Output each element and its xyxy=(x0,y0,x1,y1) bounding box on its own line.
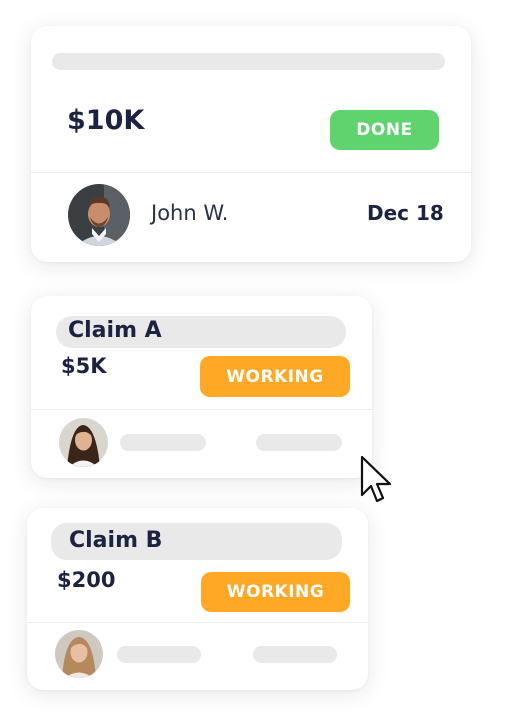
date-placeholder-bar xyxy=(256,434,342,451)
claim-amount: $200 xyxy=(57,568,116,592)
claim-card-a[interactable]: Claim A $5K WORKING xyxy=(31,296,372,478)
name-placeholder-bar xyxy=(120,434,206,451)
status-badge-working: WORKING xyxy=(200,356,350,397)
name-placeholder-bar xyxy=(117,646,201,663)
card-divider xyxy=(31,172,471,173)
avatar xyxy=(68,184,130,246)
arrow-cursor-icon xyxy=(360,455,394,505)
avatar xyxy=(59,418,108,467)
claim-title: Claim B xyxy=(69,528,163,553)
claim-card-main[interactable]: $10K DONE John W. Dec 18 xyxy=(31,26,471,262)
status-badge-working: WORKING xyxy=(201,572,350,612)
date-placeholder-bar xyxy=(253,646,337,663)
woman-portrait-icon xyxy=(59,418,108,467)
status-badge-done: DONE xyxy=(330,110,439,150)
claim-amount: $5K xyxy=(61,354,107,378)
title-placeholder-bar xyxy=(52,53,445,70)
card-divider xyxy=(31,409,372,410)
person-name: John W. xyxy=(151,201,229,225)
card-divider xyxy=(27,622,368,623)
woman-portrait-icon xyxy=(55,630,103,678)
avatar xyxy=(55,630,103,678)
claim-date: Dec 18 xyxy=(367,201,444,225)
claim-amount: $10K xyxy=(67,105,145,136)
man-portrait-icon xyxy=(68,184,130,246)
claim-card-b[interactable]: Claim B $200 WORKING xyxy=(27,508,368,690)
claim-title: Claim A xyxy=(68,318,162,343)
